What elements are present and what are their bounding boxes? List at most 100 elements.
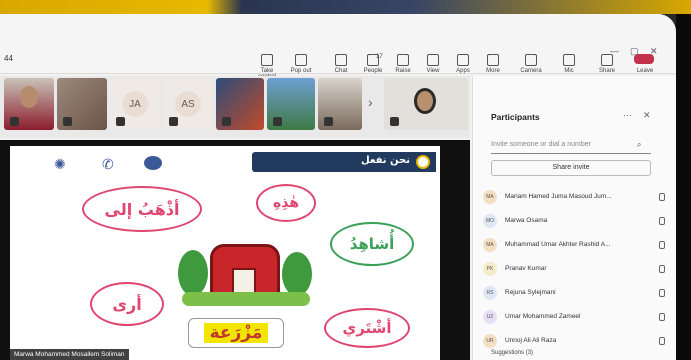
- mic-off-icon: [222, 117, 231, 126]
- people-button[interactable]: People: [358, 54, 388, 74]
- header-badge-icon: [416, 155, 430, 169]
- avatar: AS: [175, 91, 201, 117]
- mic-off-icon: [659, 265, 665, 273]
- next-tiles-icon[interactable]: ›: [368, 94, 373, 110]
- search-icon: ⌕: [637, 140, 642, 149]
- word-cloud-go-to: أذْهَبُ إلى: [82, 186, 202, 232]
- mic-off-icon: [659, 217, 665, 225]
- avatar: MA: [483, 238, 497, 252]
- teams-window: 44 Take control Pop out Chat People 17 R…: [0, 14, 676, 360]
- share-button[interactable]: Share: [592, 54, 622, 74]
- word-cloud-buy: أشْتَري: [324, 308, 410, 348]
- video-strip: JA AS ›: [0, 76, 470, 138]
- close-icon[interactable]: ✕: [650, 46, 658, 57]
- raise-hand-button[interactable]: Raise: [388, 54, 418, 74]
- avatar: MO: [483, 214, 497, 228]
- suggestions-toggle[interactable]: Suggestions (3): [491, 350, 533, 356]
- participant-name: Unnoj Ali Ali Raza: [505, 337, 557, 344]
- photo-of-screen: 44 Take control Pop out Chat People 17 R…: [0, 0, 691, 360]
- close-panel-icon[interactable]: ✕: [643, 110, 651, 121]
- avatar: JA: [122, 91, 148, 117]
- participant-row[interactable]: RS Rejuna Sylejmani: [483, 284, 669, 302]
- phone-icon: ✆: [102, 156, 114, 172]
- screen-top-edge: [0, 0, 691, 14]
- mic-off-icon: [390, 117, 399, 126]
- participant-name: Muhammad Umar Akhter Rashid A...: [505, 241, 611, 248]
- mic-off-icon: [273, 117, 282, 126]
- mic-button[interactable]: Mic: [554, 54, 584, 74]
- mic-off-icon: [10, 117, 19, 126]
- invite-input[interactable]: Invite someone or dial a number: [491, 136, 651, 154]
- more-icon: [487, 54, 499, 66]
- video-tile[interactable]: [4, 78, 54, 130]
- presenter-name: Marwa Mohammed Mosallem Soliman: [10, 349, 129, 360]
- view-button[interactable]: View: [418, 54, 448, 74]
- meeting-timer: 44: [4, 54, 13, 63]
- pop-out-icon: [295, 54, 307, 66]
- video-tile[interactable]: [318, 78, 362, 130]
- camera-button[interactable]: Camera: [516, 54, 546, 74]
- video-tile[interactable]: [267, 78, 315, 130]
- participant-name: Pranav Kumar: [505, 265, 547, 272]
- slide-title: نحن نفعل: [252, 152, 436, 172]
- participant-name: Rejuna Sylejmani: [505, 289, 556, 296]
- more-options-icon[interactable]: ···: [623, 110, 632, 120]
- hand-icon: [397, 54, 409, 66]
- minimize-icon[interactable]: —: [610, 46, 619, 56]
- apps-icon: [457, 54, 469, 66]
- participant-row[interactable]: UZ Umar Mohammed Zameel: [483, 308, 669, 326]
- screen-right-edge: [676, 14, 691, 360]
- grass: [182, 292, 310, 306]
- shared-slide: نحن نفعل ✺ ✆ أذْهَبُ إلى هٰذِهِ أُشاهِدُ…: [10, 146, 440, 360]
- panel-title: Participants: [491, 112, 540, 122]
- participant-tile[interactable]: JA: [110, 78, 160, 130]
- share-invite-label: Share invite: [552, 164, 590, 171]
- mic-off-icon: [659, 193, 665, 201]
- video-tile[interactable]: [216, 78, 264, 130]
- participant-face: [414, 88, 436, 114]
- avatar: RS: [483, 286, 497, 300]
- mic-off-icon: [659, 241, 665, 249]
- leave-button[interactable]: Leave: [630, 68, 660, 74]
- word-cloud-this: هٰذِهِ: [256, 184, 316, 222]
- mic-icon: [659, 313, 665, 321]
- tree-right: [282, 252, 312, 296]
- word-cloud-see: أرى: [90, 282, 164, 326]
- camera-icon: [525, 54, 537, 66]
- mic-off-icon: [659, 337, 665, 345]
- video-tile[interactable]: [57, 78, 107, 130]
- mic-off-icon: [563, 54, 575, 66]
- maximize-icon[interactable]: ▢: [630, 46, 639, 57]
- farm-illustration: [178, 230, 314, 310]
- mic-off-icon: [169, 117, 178, 126]
- apps-button[interactable]: Apps: [448, 54, 478, 74]
- people-count: 17: [376, 54, 383, 60]
- participant-row[interactable]: UR Unnoj Ali Ali Raza: [483, 332, 669, 350]
- self-video-tile[interactable]: [384, 78, 468, 130]
- take-control-icon: [261, 54, 273, 66]
- participant-row[interactable]: MA Muhammad Umar Akhter Rashid A...: [483, 236, 669, 254]
- chat-icon: [335, 54, 347, 66]
- more-button[interactable]: More: [478, 54, 508, 74]
- share-invite-button[interactable]: Share invite: [491, 160, 651, 176]
- group-icon: [144, 156, 162, 170]
- participant-row[interactable]: MO Marwa Osama: [483, 212, 669, 230]
- pop-out-button[interactable]: Pop out: [286, 54, 316, 74]
- view-icon: [427, 54, 439, 66]
- virus-icon: ✺: [54, 156, 66, 172]
- avatar: PK: [483, 262, 497, 276]
- participant-name: Mariam Hamed Juma Masoud Jum...: [505, 193, 612, 200]
- participant-name: Umar Mohammed Zameel: [505, 313, 581, 320]
- mic-off-icon: [63, 117, 72, 126]
- participant-name: Marwa Osama: [505, 217, 548, 224]
- participant-tile[interactable]: AS: [163, 78, 213, 130]
- chat-button[interactable]: Chat: [326, 54, 356, 74]
- farm-word-box: مَزْرَعة: [188, 318, 284, 348]
- mic-off-icon: [324, 117, 333, 126]
- participant-row[interactable]: MA Mariam Hamed Juma Masoud Jum...: [483, 188, 669, 206]
- participant-row[interactable]: PK Pranav Kumar: [483, 260, 669, 278]
- meeting-toolbar: 44 Take control Pop out Chat People 17 R…: [0, 14, 676, 80]
- avatar: UR: [483, 334, 497, 348]
- participant-face: [20, 86, 38, 108]
- mic-off-icon: [659, 289, 665, 297]
